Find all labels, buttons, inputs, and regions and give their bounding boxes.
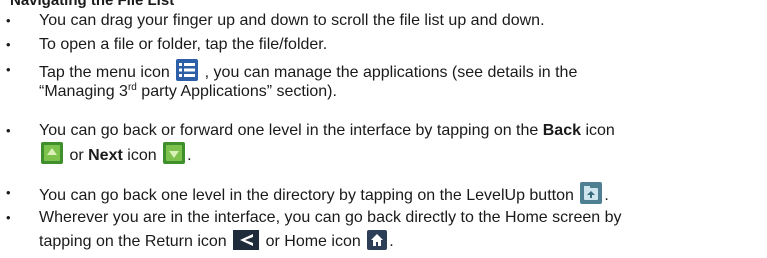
item-text: You can drag your finger up and down to … bbox=[39, 12, 545, 29]
item-text: . bbox=[604, 187, 609, 204]
bullet-marker: • bbox=[6, 185, 11, 200]
home-icon bbox=[367, 230, 388, 250]
superscript: rd bbox=[127, 82, 137, 93]
item-text: or bbox=[65, 147, 89, 164]
item-text: . bbox=[187, 147, 192, 164]
item-text: tapping on the Return icon bbox=[39, 233, 232, 250]
item-text: You can go back or forward one level in … bbox=[39, 122, 543, 139]
item-text: or Home icon bbox=[261, 233, 366, 250]
level-up-folder-icon bbox=[580, 182, 603, 204]
item-text: party Applications” section). bbox=[136, 83, 337, 100]
item-text: To open a file or folder, tap the file/f… bbox=[39, 36, 328, 53]
back-label: Back bbox=[542, 122, 581, 139]
bullet-marker: • bbox=[6, 62, 11, 77]
item-text: , you can manage the applications (see d… bbox=[204, 64, 578, 81]
item-text: Tap the menu icon bbox=[39, 64, 175, 81]
bullet-marker: • bbox=[6, 37, 11, 52]
bullet-marker: • bbox=[6, 13, 11, 28]
return-arrow-icon bbox=[233, 230, 260, 250]
menu-list-icon bbox=[176, 59, 199, 81]
item-line-1: You can go back one level in the directo… bbox=[39, 182, 609, 206]
item-line-1: Tap the menu icon , you can manage the a… bbox=[39, 59, 577, 83]
item-text: “Managing 3 bbox=[39, 83, 128, 100]
item-line-1: You can go back or forward one level in … bbox=[39, 120, 615, 141]
item-text: icon bbox=[581, 122, 615, 139]
green-square-back-icon bbox=[41, 142, 63, 164]
item-text: icon bbox=[122, 147, 162, 164]
item-text: . bbox=[389, 233, 394, 250]
green-square-next-icon bbox=[163, 142, 186, 164]
item-line-1: Wherever you are in the interface, you c… bbox=[39, 209, 622, 226]
item-line-2: “Managing 3rd party Applications” sectio… bbox=[39, 81, 337, 102]
item-text: You can go back one level in the directo… bbox=[39, 187, 579, 204]
item-line-2: or Next icon . bbox=[39, 142, 192, 166]
bullet-marker: • bbox=[6, 210, 11, 225]
item-line-2: tapping on the Return icon or Home icon … bbox=[39, 230, 394, 252]
next-label: Next bbox=[88, 147, 123, 164]
bullet-marker: • bbox=[6, 123, 11, 138]
